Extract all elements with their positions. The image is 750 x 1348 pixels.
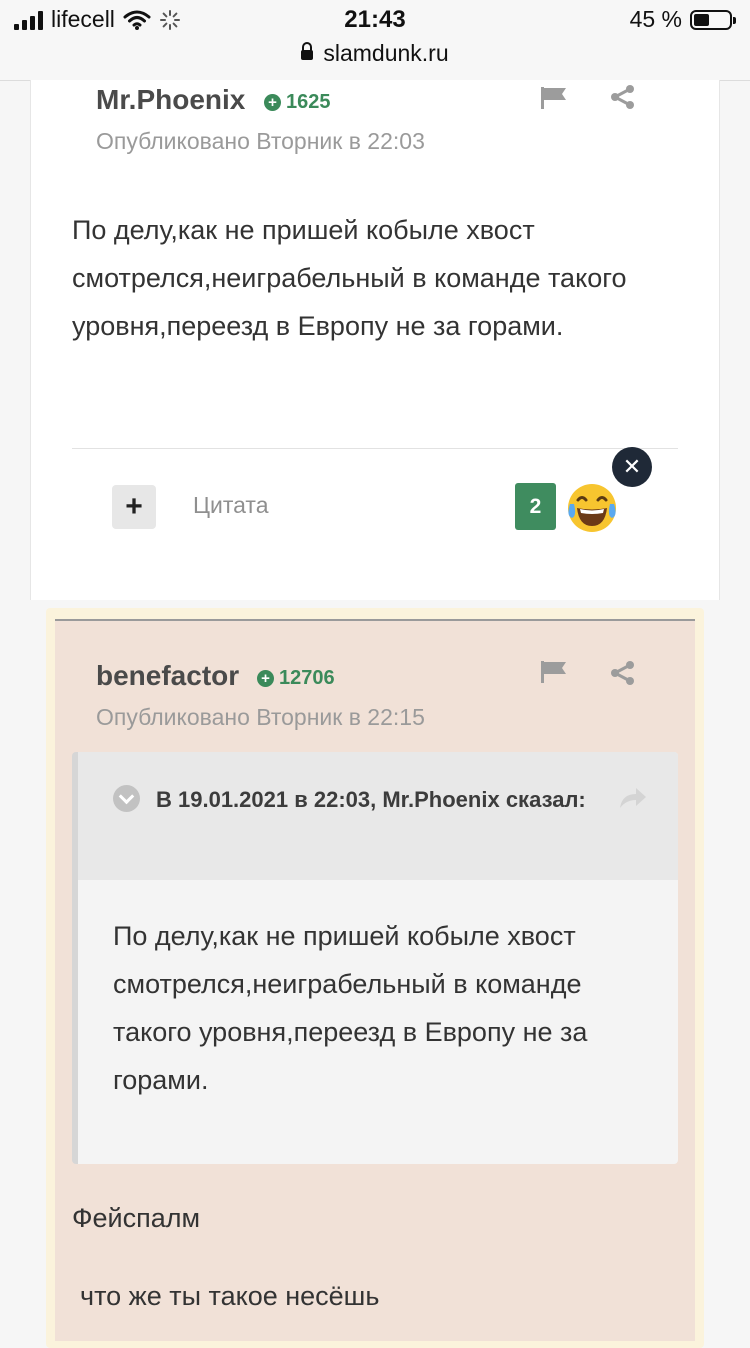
battery-percent: 45 % — [629, 6, 682, 32]
close-icon[interactable]: ✕ — [612, 447, 652, 487]
quote-button[interactable]: Цитата — [193, 492, 269, 519]
reply-arrow-icon[interactable] — [618, 786, 648, 810]
battery-group: 45 % — [629, 6, 736, 33]
plus-circle-icon: + — [257, 670, 274, 687]
status-bar: lifecell 21:43 45 % slamdunk.ru — [0, 0, 750, 81]
post-text-line: Фейспалм — [72, 1203, 201, 1233]
lock-icon — [301, 42, 314, 60]
quote-citation-text: В 19.01.2021 в 22:03, Mr.Phoenix сказал: — [156, 787, 586, 812]
flag-icon[interactable] — [540, 86, 568, 110]
plus-icon: + — [125, 490, 143, 523]
share-icon[interactable] — [610, 84, 636, 110]
reputation-value: 1625 — [286, 91, 331, 113]
address-bar[interactable]: slamdunk.ru — [0, 40, 750, 67]
share-icon[interactable] — [610, 660, 636, 686]
post-author[interactable]: Mr.Phoenix — [96, 84, 245, 116]
plus-button[interactable]: + — [112, 485, 156, 529]
post-author[interactable]: benefactor — [96, 660, 239, 692]
reputation-value: 12706 — [279, 667, 335, 689]
url-text: slamdunk.ru — [323, 40, 449, 66]
battery-icon — [690, 9, 736, 30]
quote-text: По делу,как не пришей кобыле хвост смотр… — [113, 921, 588, 1095]
reputation-badge: + 1625 — [264, 91, 331, 114]
flag-icon[interactable] — [540, 660, 568, 684]
plus-circle-icon: + — [264, 94, 281, 111]
post-divider — [72, 448, 678, 449]
reaction-count[interactable]: 2 — [515, 483, 556, 530]
laughing-tears-emoji-icon[interactable] — [565, 482, 619, 534]
post-date: Опубликовано Вторник в 22:03 — [96, 128, 425, 154]
post-content: По делу,как не пришей кобыле хвост смотр… — [72, 215, 627, 341]
quote-block: В 19.01.2021 в 22:03, Mr.Phoenix сказал:… — [72, 752, 678, 1164]
quote-citation: В 19.01.2021 в 22:03, Mr.Phoenix сказал: — [113, 780, 593, 820]
reputation-badge: + 12706 — [257, 667, 335, 690]
post-date: Опубликовано Вторник в 22:15 — [96, 704, 425, 730]
post-text-line: что же ты такое несёшь — [80, 1281, 380, 1311]
chevron-down-icon[interactable] — [113, 785, 140, 812]
